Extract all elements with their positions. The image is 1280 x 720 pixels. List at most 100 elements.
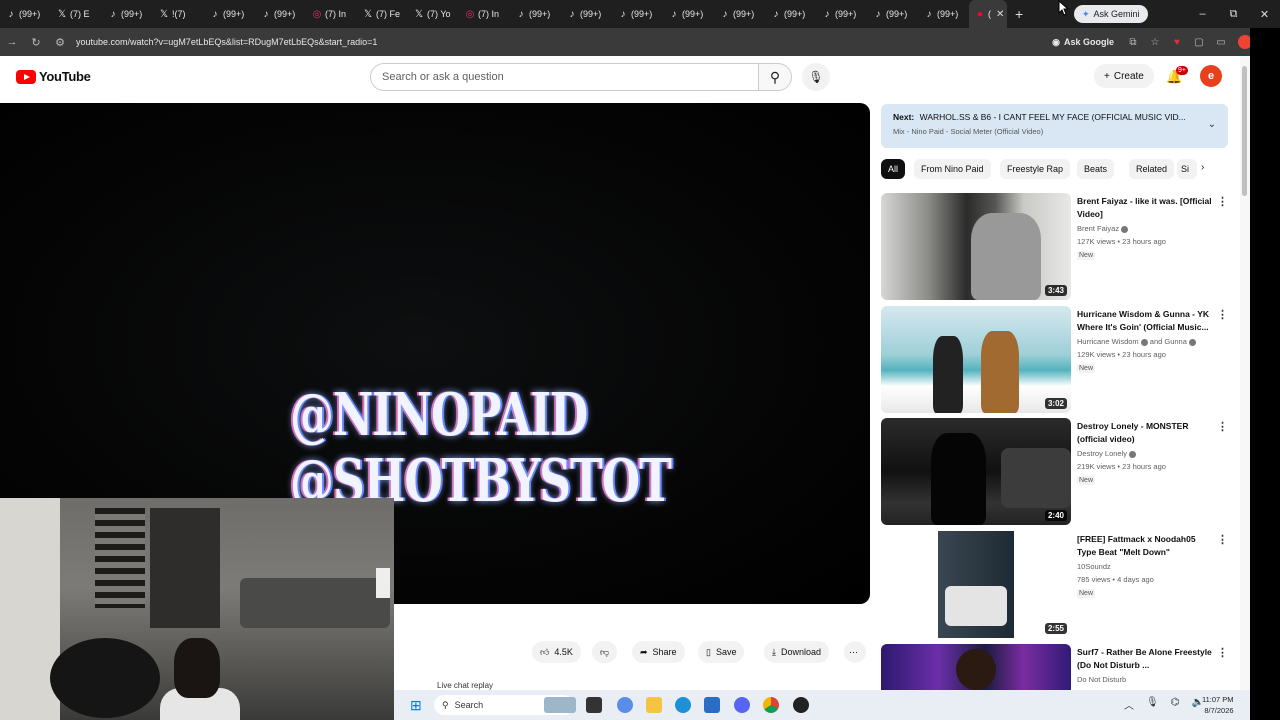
obs-icon[interactable] <box>793 697 809 713</box>
recommendation-channel[interactable]: Brent Faiyaz <box>1077 224 1129 233</box>
more-actions-button[interactable]: ⋯ <box>844 641 866 663</box>
chip-beats[interactable]: Beats <box>1077 159 1115 179</box>
recommendation-title[interactable]: [FREE] Fattmack x Noodah05 Type Beat "Me… <box>1077 533 1217 559</box>
chip-freestyle-rap[interactable]: Freestyle Rap <box>1000 159 1071 179</box>
store-icon[interactable] <box>704 697 720 713</box>
install-app-icon[interactable]: ⧉ <box>1122 37 1144 48</box>
more-vertical-icon[interactable]: ⋮ <box>1217 646 1228 659</box>
browser-tab[interactable]: ♪ (99+) <box>714 0 765 28</box>
download-button[interactable]: ⤓ Download <box>764 641 830 663</box>
browser-tab[interactable]: ♪ (99+) <box>816 0 867 28</box>
chip-partial[interactable]: Si <box>1177 159 1197 179</box>
chip-from-nino-paid[interactable]: From Nino Paid <box>914 159 991 179</box>
copilot-icon[interactable] <box>617 697 633 713</box>
search-button[interactable]: ⚲ <box>758 63 792 91</box>
taskbar-clock[interactable]: 11:07 PM 8/7/2026 <box>1202 694 1234 716</box>
chevron-right-icon[interactable]: › <box>1201 162 1204 173</box>
chrome-icon[interactable] <box>763 697 779 713</box>
recommendation-title[interactable]: Surf7 - Rather Be Alone Freestyle (Do No… <box>1077 646 1217 672</box>
browser-tab[interactable]: ♪ (99+) <box>255 0 306 28</box>
save-button[interactable]: ▯ Save <box>698 641 745 663</box>
account-avatar[interactable]: e <box>1200 65 1222 87</box>
recommendation-item[interactable]: Surf7 - Rather Be Alone Freestyle (Do No… <box>881 644 1231 690</box>
browser-tab[interactable]: 𝕏 (7) Yo <box>408 0 459 28</box>
voice-search-button[interactable]: 🎙 <box>802 63 830 91</box>
search-input[interactable]: Search or ask a question <box>370 63 762 91</box>
recommendation-item[interactable]: 3:02 Hurricane Wisdom & Gunna - YK Where… <box>881 306 1231 413</box>
task-view-icon[interactable] <box>586 697 602 713</box>
browser-tab[interactable]: ◎ (7) In <box>306 0 357 28</box>
recommendation-channel[interactable]: Hurricane Wisdom and Gunna <box>1077 337 1196 346</box>
extension-icon-2[interactable]: ▢ <box>1188 37 1210 48</box>
recommendation-channel[interactable]: Destroy Lonely <box>1077 449 1137 458</box>
dislike-button[interactable]: 👎︎ <box>592 641 618 663</box>
browser-tab[interactable]: 𝕏 (7) Fe <box>357 0 408 28</box>
extension-icon[interactable]: ♥ <box>1166 37 1188 48</box>
extension-icon-3[interactable]: ▭ <box>1210 37 1232 48</box>
restore-icon[interactable]: ⧉ <box>1218 8 1249 21</box>
browser-tab[interactable]: ♪ (99+) <box>102 0 153 28</box>
network-icon[interactable]: ⌬ <box>1171 697 1180 712</box>
share-button[interactable]: ➦ Share <box>632 641 685 663</box>
recommendation-item[interactable]: 2:40 Destroy Lonely - MONSTER (official … <box>881 418 1231 525</box>
bookmark-star-icon[interactable]: ☆ <box>1144 37 1166 48</box>
browser-tab[interactable]: ♪ (99+) <box>204 0 255 28</box>
chip-all[interactable]: All <box>881 159 906 179</box>
browser-tab[interactable]: ♪ (99+) <box>663 0 714 28</box>
more-vertical-icon[interactable]: ⋮ <box>1217 533 1228 546</box>
new-tab-button[interactable]: + <box>1015 6 1023 22</box>
site-info-icon[interactable]: ⚙ <box>48 36 72 49</box>
reload-icon[interactable]: ↻ <box>24 36 48 49</box>
widgets-app-icon[interactable] <box>544 697 576 713</box>
video-thumbnail[interactable]: 2:55 <box>881 531 1071 638</box>
video-thumbnail[interactable] <box>881 644 1071 690</box>
browser-tab[interactable]: ♪ (99+) <box>918 0 969 28</box>
browser-tab[interactable]: ♪ (99+) <box>612 0 663 28</box>
page-scrollbar[interactable] <box>1240 56 1250 690</box>
ask-gemini-button[interactable]: ✦ Ask Gemini <box>1074 5 1148 23</box>
recommendation-item[interactable]: 2:55 [FREE] Fattmack x Noodah05 Type Bea… <box>881 531 1231 638</box>
tab-label: (7) Fe <box>376 9 401 19</box>
browser-tab[interactable]: 𝕏 !(7) <box>153 0 204 28</box>
browser-tab[interactable]: ♪ (99+) <box>867 0 918 28</box>
browser-tab[interactable]: ◎ (7) In <box>459 0 510 28</box>
browser-tab[interactable]: ♪ (99+) <box>765 0 816 28</box>
close-window-icon[interactable]: ✕ <box>1249 8 1280 21</box>
more-vertical-icon[interactable]: ⋮ <box>1217 308 1228 321</box>
tray-overflow-icon[interactable]: ︿ <box>1124 697 1134 712</box>
tab-youtube-active[interactable]: ● ( ✕ <box>969 0 1007 28</box>
scrollbar-thumb[interactable] <box>1242 66 1247 196</box>
windows-start-icon[interactable]: ⊞ <box>410 697 422 714</box>
recommendation-title[interactable]: Destroy Lonely - MONSTER (official video… <box>1077 420 1217 446</box>
edge-icon[interactable] <box>675 697 691 713</box>
youtube-logo[interactable]: YouTube <box>16 69 91 84</box>
browser-tab[interactable]: ♪ (99+) <box>561 0 612 28</box>
forward-icon[interactable]: → <box>0 36 24 48</box>
video-thumbnail[interactable]: 2:40 <box>881 418 1071 525</box>
recommendation-title[interactable]: Hurricane Wisdom & Gunna - YK Where It's… <box>1077 308 1217 334</box>
address-bar[interactable]: youtube.com/watch?v=ugM7etLbEQs&list=RDu… <box>76 37 1052 47</box>
discord-icon[interactable] <box>734 697 750 713</box>
like-button[interactable]: 👍︎ 4.5K <box>532 641 581 663</box>
close-tab-icon[interactable]: ✕ <box>996 9 1004 20</box>
recommendation-channel[interactable]: Do Not Disturb <box>1077 675 1126 684</box>
video-thumbnail[interactable]: 3:43 <box>881 193 1071 300</box>
up-next-panel[interactable]: Next: WARHOL.SS & B6 - I CANT FEEL MY FA… <box>881 104 1228 148</box>
browser-tab[interactable]: ♪ (99+) <box>510 0 561 28</box>
more-vertical-icon[interactable]: ⋮ <box>1217 195 1228 208</box>
browser-tab[interactable]: 𝕏 (7) E <box>51 0 102 28</box>
video-thumbnail[interactable]: 3:02 <box>881 306 1071 413</box>
minimize-icon[interactable]: – <box>1187 8 1218 20</box>
chip-related[interactable]: Related <box>1129 159 1175 179</box>
recommendation-item[interactable]: 3:43 Brent Faiyaz - like it was. [Offici… <box>881 193 1231 300</box>
microphone-icon[interactable]: 🎙 <box>1146 697 1159 712</box>
more-vertical-icon[interactable]: ⋮ <box>1217 420 1228 433</box>
file-explorer-icon[interactable] <box>646 697 662 713</box>
chevron-down-icon[interactable]: ⌄ <box>1208 119 1216 130</box>
browser-tab[interactable]: ♪ (99+) <box>0 0 51 28</box>
recommendation-channel[interactable]: 10Soundz <box>1077 562 1111 571</box>
ask-google-button[interactable]: ◉ Ask Google <box>1052 37 1114 48</box>
create-button[interactable]: + Create <box>1094 64 1154 88</box>
live-chat-replay[interactable]: Live chat replay <box>437 681 493 690</box>
recommendation-title[interactable]: Brent Faiyaz - like it was. [Official Vi… <box>1077 195 1217 221</box>
